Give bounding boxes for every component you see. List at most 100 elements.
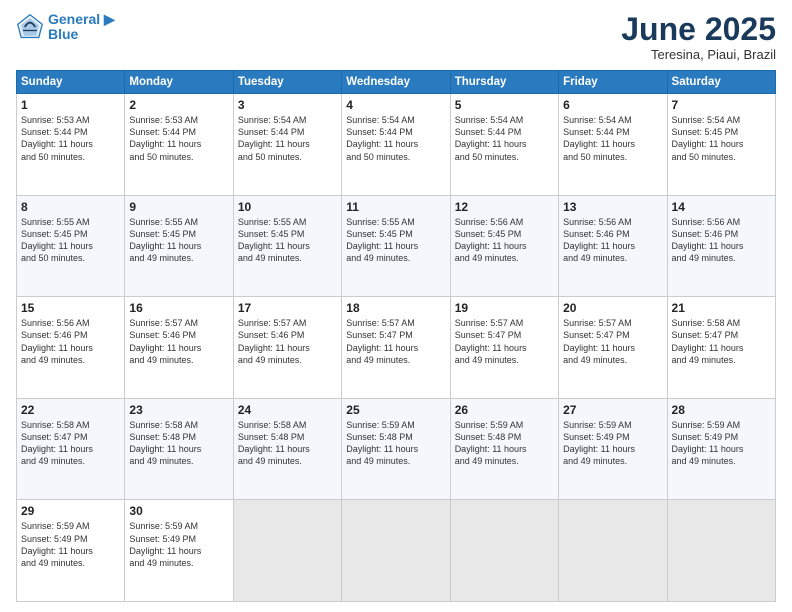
calendar-cell: 26 Sunrise: 5:59 AMSunset: 5:48 PMDayligh… [450, 398, 558, 500]
main-title: June 2025 [621, 12, 776, 47]
calendar-cell: 22Sunrise: 5:58 AMSunset: 5:47 PMDayligh… [17, 398, 125, 500]
day-info: Sunrise: 5:54 AMSunset: 5:44 PMDaylight:… [346, 114, 445, 163]
day-info: Sunrise: 5:59 AMSunset: 5:49 PMDaylight:… [129, 520, 228, 569]
day-number: 3 [238, 98, 337, 112]
day-number: 4 [346, 98, 445, 112]
day-number: 6 [563, 98, 662, 112]
day-number: 16 [129, 301, 228, 315]
page: General ▶ Blue June 2025 Teresina, Piaui… [0, 0, 792, 612]
calendar-cell: 20Sunrise: 5:57 AMSunset: 5:47 PMDayligh… [559, 297, 667, 399]
day-info: Sunrise: 5:57 AMSunset: 5:46 PMDaylight:… [129, 317, 228, 366]
day-number: 24 [238, 403, 337, 417]
day-number: 27 [563, 403, 662, 417]
calendar-cell: 16 Sunrise: 5:57 AMSunset: 5:46 PMDayligh… [125, 297, 233, 399]
calendar-cell: 13 Sunrise: 5:56 AMSunset: 5:46 PMDayligh… [559, 195, 667, 297]
day-number: 18 [346, 301, 445, 315]
day-number: 13 [563, 200, 662, 214]
logo-general: General [48, 11, 100, 27]
calendar-header-sunday: Sunday [17, 71, 125, 94]
day-info: Sunrise: 5:55 AMSunset: 5:45 PMDaylight:… [238, 216, 337, 265]
day-number: 11 [346, 200, 445, 214]
day-info: Sunrise: 5:57 AMSunset: 5:47 PMDaylight:… [563, 317, 662, 366]
day-number: 12 [455, 200, 554, 214]
day-info: Sunrise: 5:57 AMSunset: 5:47 PMDaylight:… [455, 317, 554, 366]
calendar-cell: 17Sunrise: 5:57 AMSunset: 5:46 PMDayligh… [233, 297, 341, 399]
day-info: Sunrise: 5:58 AMSunset: 5:48 PMDaylight:… [238, 419, 337, 468]
calendar-header-saturday: Saturday [667, 71, 775, 94]
calendar-header-monday: Monday [125, 71, 233, 94]
calendar-header-row: SundayMondayTuesdayWednesdayThursdayFrid… [17, 71, 776, 94]
title-block: June 2025 Teresina, Piaui, Brazil [621, 12, 776, 62]
day-number: 8 [21, 200, 120, 214]
day-number: 29 [21, 504, 120, 518]
day-info: Sunrise: 5:55 AMSunset: 5:45 PMDaylight:… [129, 216, 228, 265]
calendar-cell: 29 Sunrise: 5:59 AMSunset: 5:49 PMDayligh… [17, 500, 125, 602]
day-info: Sunrise: 5:57 AMSunset: 5:46 PMDaylight:… [238, 317, 337, 366]
day-info: Sunrise: 5:54 AMSunset: 5:44 PMDaylight:… [238, 114, 337, 163]
day-number: 30 [129, 504, 228, 518]
day-info: Sunrise: 5:54 AMSunset: 5:44 PMDaylight:… [455, 114, 554, 163]
calendar-cell [342, 500, 450, 602]
calendar-cell: 5Sunrise: 5:54 AMSunset: 5:44 PMDaylight… [450, 94, 558, 196]
day-number: 26 [455, 403, 554, 417]
day-info: Sunrise: 5:59 AMSunset: 5:48 PMDaylight:… [455, 419, 554, 468]
calendar-week-4: 22Sunrise: 5:58 AMSunset: 5:47 PMDayligh… [17, 398, 776, 500]
calendar-header-wednesday: Wednesday [342, 71, 450, 94]
day-number: 14 [672, 200, 771, 214]
day-number: 28 [672, 403, 771, 417]
header: General ▶ Blue June 2025 Teresina, Piaui… [16, 12, 776, 62]
calendar-cell: 21 Sunrise: 5:58 AMSunset: 5:47 PMDayligh… [667, 297, 775, 399]
calendar-cell: 1 Sunrise: 5:53 AMSunset: 5:44 PMDaylight… [17, 94, 125, 196]
calendar-cell: 12 Sunrise: 5:56 AMSunset: 5:45 PMDayligh… [450, 195, 558, 297]
calendar-week-3: 15 Sunrise: 5:56 AMSunset: 5:46 PMDayligh… [17, 297, 776, 399]
logo-text: General ▶ Blue [48, 12, 115, 43]
calendar-header-friday: Friday [559, 71, 667, 94]
day-info: Sunrise: 5:58 AMSunset: 5:48 PMDaylight:… [129, 419, 228, 468]
day-info: Sunrise: 5:55 AMSunset: 5:45 PMDaylight:… [346, 216, 445, 265]
calendar-cell: 7 Sunrise: 5:54 AMSunset: 5:45 PMDaylight… [667, 94, 775, 196]
calendar-week-2: 8 Sunrise: 5:55 AMSunset: 5:45 PMDaylight… [17, 195, 776, 297]
calendar-table: SundayMondayTuesdayWednesdayThursdayFrid… [16, 70, 776, 602]
calendar-cell: 15 Sunrise: 5:56 AMSunset: 5:46 PMDayligh… [17, 297, 125, 399]
calendar-cell: 14 Sunrise: 5:56 AMSunset: 5:46 PMDayligh… [667, 195, 775, 297]
subtitle: Teresina, Piaui, Brazil [621, 47, 776, 62]
day-number: 19 [455, 301, 554, 315]
calendar-header-tuesday: Tuesday [233, 71, 341, 94]
logo: General ▶ Blue [16, 12, 115, 43]
calendar-cell: 4 Sunrise: 5:54 AMSunset: 5:44 PMDaylight… [342, 94, 450, 196]
logo-blue: Blue [48, 27, 115, 42]
calendar-cell: 10 Sunrise: 5:55 AMSunset: 5:45 PMDayligh… [233, 195, 341, 297]
calendar-cell: 24 Sunrise: 5:58 AMSunset: 5:48 PMDayligh… [233, 398, 341, 500]
day-info: Sunrise: 5:59 AMSunset: 5:49 PMDaylight:… [563, 419, 662, 468]
day-info: Sunrise: 5:54 AMSunset: 5:45 PMDaylight:… [672, 114, 771, 163]
logo-icon [16, 13, 44, 41]
calendar-week-5: 29 Sunrise: 5:59 AMSunset: 5:49 PMDayligh… [17, 500, 776, 602]
day-info: Sunrise: 5:56 AMSunset: 5:45 PMDaylight:… [455, 216, 554, 265]
day-number: 22 [21, 403, 120, 417]
calendar-cell [667, 500, 775, 602]
calendar-cell: 23Sunrise: 5:58 AMSunset: 5:48 PMDayligh… [125, 398, 233, 500]
day-info: Sunrise: 5:59 AMSunset: 5:49 PMDaylight:… [21, 520, 120, 569]
day-info: Sunrise: 5:57 AMSunset: 5:47 PMDaylight:… [346, 317, 445, 366]
day-info: Sunrise: 5:53 AMSunset: 5:44 PMDaylight:… [21, 114, 120, 163]
day-info: Sunrise: 5:56 AMSunset: 5:46 PMDaylight:… [563, 216, 662, 265]
day-info: Sunrise: 5:56 AMSunset: 5:46 PMDaylight:… [21, 317, 120, 366]
calendar-week-1: 1 Sunrise: 5:53 AMSunset: 5:44 PMDaylight… [17, 94, 776, 196]
day-number: 21 [672, 301, 771, 315]
day-number: 10 [238, 200, 337, 214]
day-info: Sunrise: 5:58 AMSunset: 5:47 PMDaylight:… [672, 317, 771, 366]
day-info: Sunrise: 5:56 AMSunset: 5:46 PMDaylight:… [672, 216, 771, 265]
calendar-cell: 19 Sunrise: 5:57 AMSunset: 5:47 PMDayligh… [450, 297, 558, 399]
calendar-cell: 8 Sunrise: 5:55 AMSunset: 5:45 PMDaylight… [17, 195, 125, 297]
day-number: 2 [129, 98, 228, 112]
calendar-cell [233, 500, 341, 602]
calendar-cell: 27 Sunrise: 5:59 AMSunset: 5:49 PMDayligh… [559, 398, 667, 500]
day-number: 15 [21, 301, 120, 315]
day-info: Sunrise: 5:55 AMSunset: 5:45 PMDaylight:… [21, 216, 120, 265]
day-info: Sunrise: 5:53 AMSunset: 5:44 PMDaylight:… [129, 114, 228, 163]
calendar-cell: 6Sunrise: 5:54 AMSunset: 5:44 PMDaylight… [559, 94, 667, 196]
day-number: 1 [21, 98, 120, 112]
calendar-cell: 3 Sunrise: 5:54 AMSunset: 5:44 PMDaylight… [233, 94, 341, 196]
calendar-cell [559, 500, 667, 602]
day-number: 7 [672, 98, 771, 112]
